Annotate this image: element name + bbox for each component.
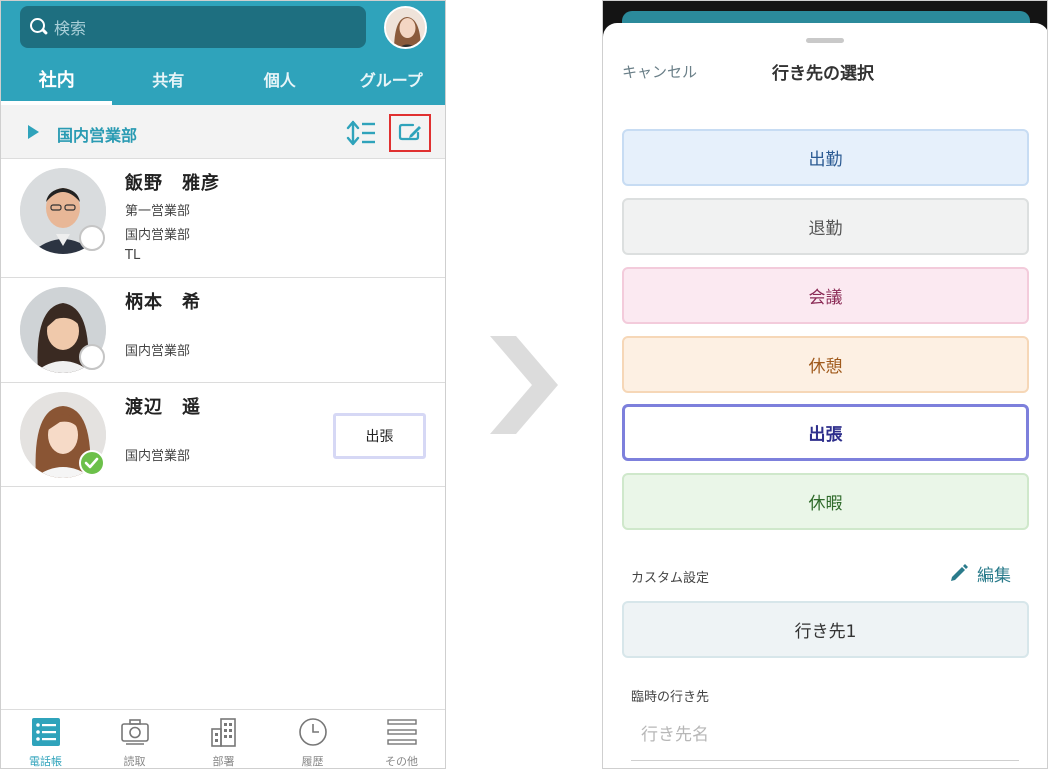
nav-label: 部署 [212, 755, 235, 768]
contact-department: 国内営業部 [125, 228, 191, 243]
option-leave-work[interactable]: 退勤 [622, 198, 1029, 255]
search-input[interactable]: 検索 [20, 6, 366, 48]
input-underline [631, 760, 1019, 761]
status-badge[interactable]: 出張 [333, 413, 426, 459]
custom-section-label: カスタム設定 [631, 571, 710, 586]
nav-phonebook[interactable]: 電話帳 [1, 710, 90, 768]
nav-other[interactable]: その他 [357, 710, 445, 768]
app-header: 検索 社内 共有 個人 グループ [1, 1, 446, 105]
option-vacation[interactable]: 休暇 [622, 473, 1029, 530]
department-bar: 国内営業部 [1, 105, 445, 159]
temp-section-label: 臨時の行き先 [631, 690, 710, 705]
nav-scan[interactable]: 読取 [90, 710, 179, 768]
tab-shared[interactable]: 共有 [113, 53, 225, 105]
pencil-icon [951, 564, 968, 581]
avatar[interactable] [384, 6, 427, 49]
bottom-sheet: キャンセル 行き先の選択 出勤 退勤 会議 休憩 出張 休暇 カスタム設定 編集… [603, 23, 1047, 768]
camera-icon [121, 719, 149, 745]
edit-label: 編集 [977, 565, 1011, 586]
search-placeholder: 検索 [54, 19, 87, 38]
list-item[interactable]: 飯野 雅彦 第一営業部 国内営業部 TL [1, 159, 445, 278]
presence-offline-icon [79, 225, 105, 251]
tab-personal[interactable]: 個人 [224, 53, 336, 105]
search-icon [30, 18, 48, 36]
contact-name: 渡辺 遥 [125, 397, 201, 418]
custom-destination-item[interactable]: 行き先1 [622, 601, 1029, 658]
building-icon [211, 718, 236, 747]
contact-name: 飯野 雅彦 [125, 173, 220, 194]
tab-internal[interactable]: 社内 [1, 53, 113, 105]
nav-department[interactable]: 部署 [179, 710, 268, 768]
expand-triangle-icon[interactable] [28, 125, 39, 139]
phonebook-screen: 検索 社内 共有 個人 グループ 国内営業部 飯野 雅彦 第一営業部 国内営業部… [0, 0, 446, 769]
clock-icon [299, 718, 327, 746]
contact-name: 柄本 希 [125, 292, 201, 313]
nav-label: 電話帳 [29, 755, 62, 768]
option-break[interactable]: 休憩 [622, 336, 1029, 393]
page-title: 行き先の選択 [772, 64, 874, 84]
destination-name-input[interactable]: 行き先名 [641, 720, 709, 745]
chevron-right-icon [490, 336, 558, 434]
option-meeting[interactable]: 会議 [622, 267, 1029, 324]
destination-picker-screen: キャンセル 行き先の選択 出勤 退勤 会議 休憩 出張 休暇 カスタム設定 編集… [602, 0, 1048, 769]
edit-status-button[interactable] [389, 114, 431, 152]
tab-bar: 社内 共有 個人 グループ [1, 53, 446, 105]
bottom-nav: 電話帳 読取 部署 履歴 その他 [1, 709, 445, 768]
presence-online-icon [79, 450, 105, 476]
sort-icon[interactable] [345, 119, 377, 147]
nav-label: その他 [385, 755, 418, 768]
edit-status-icon [398, 123, 421, 141]
presence-offline-icon [79, 344, 105, 370]
list-item[interactable]: 柄本 希 国内営業部 [1, 278, 445, 383]
edit-button[interactable]: 編集 [949, 561, 1011, 586]
contact-division: 第一営業部 [125, 204, 191, 219]
sheet-grabber[interactable] [806, 38, 844, 43]
nav-label: 読取 [123, 755, 146, 768]
tab-group[interactable]: グループ [336, 53, 446, 105]
department-name[interactable]: 国内営業部 [57, 122, 137, 146]
contact-department: 国内営業部 [125, 449, 191, 464]
contact-title: TL [125, 248, 141, 263]
nav-history[interactable]: 履歴 [268, 710, 357, 768]
contact-department: 国内営業部 [125, 344, 191, 359]
option-attendance[interactable]: 出勤 [622, 129, 1029, 186]
phonebook-icon [32, 718, 60, 746]
option-business-trip[interactable]: 出張 [622, 404, 1029, 461]
list-item[interactable]: 渡辺 遥 国内営業部 出張 [1, 383, 445, 487]
nav-label: 履歴 [301, 755, 324, 768]
menu-icon [387, 719, 417, 745]
